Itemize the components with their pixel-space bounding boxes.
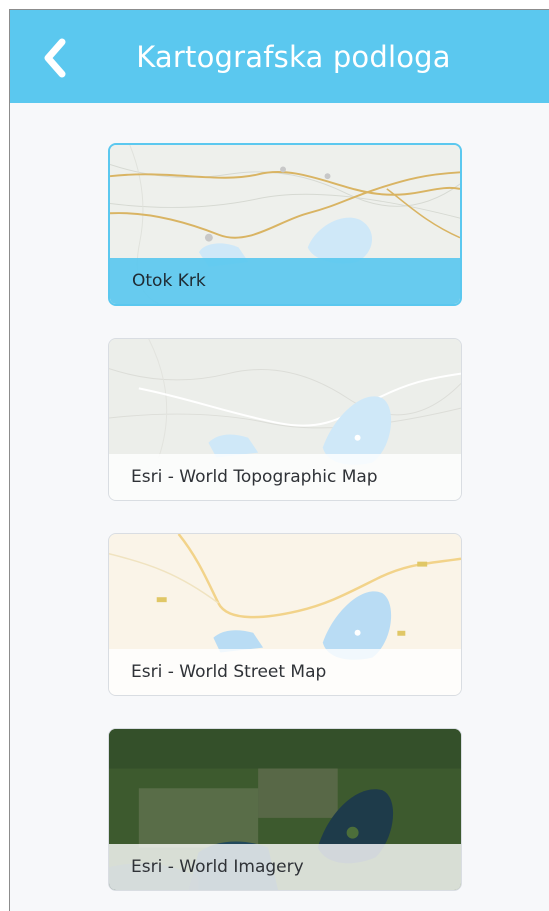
basemap-label: Esri - World Topographic Map (109, 454, 461, 500)
page-title: Kartografska podloga (136, 40, 451, 74)
basemap-card-world-imagery[interactable]: Esri - World Imagery (108, 728, 462, 891)
basemap-label: Otok Krk (110, 258, 460, 304)
basemap-card-world-topographic[interactable]: Esri - World Topographic Map (108, 338, 462, 501)
app-screen: Kartografska podloga Otok Krk Esri - Wor… (9, 9, 549, 911)
basemap-card-world-street[interactable]: Esri - World Street Map (108, 533, 462, 696)
basemap-card-otok-krk[interactable]: Otok Krk (108, 143, 462, 306)
app-header: Kartografska podloga (10, 10, 549, 103)
basemap-label: Esri - World Street Map (109, 649, 461, 695)
basemap-label: Esri - World Imagery (109, 844, 461, 890)
